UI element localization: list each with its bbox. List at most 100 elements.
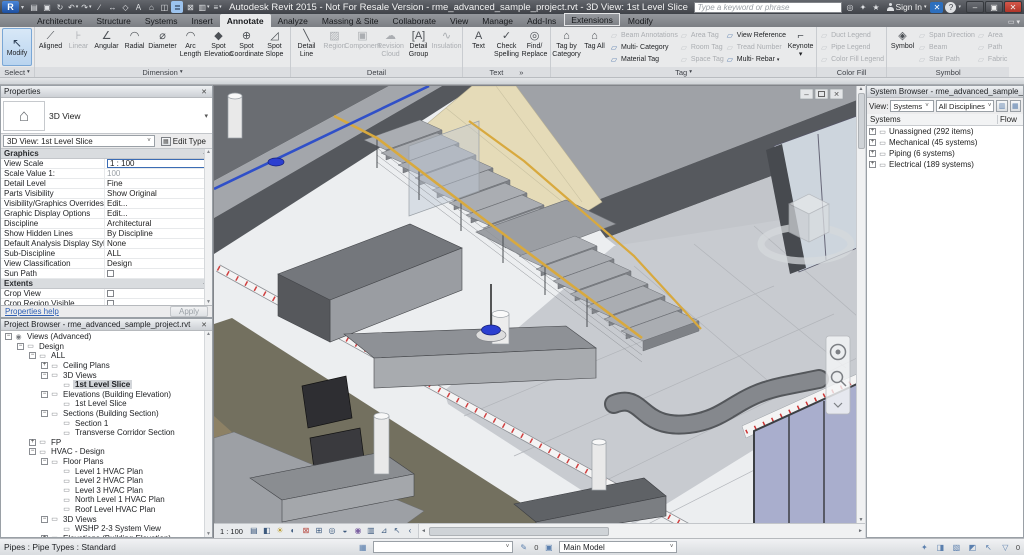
close-hidden-windows-icon[interactable]: ⊠ xyxy=(184,1,196,13)
tree-item-sections-building-section[interactable]: − ▭ Sections (Building Section) xyxy=(1,409,212,419)
tree-item-section-1[interactable]: ▭ Section 1 xyxy=(1,418,212,428)
ribbon-display-caret-icon[interactable]: ▾ xyxy=(1016,18,1020,26)
temporary-view-properties-icon[interactable]: ▥ xyxy=(365,525,377,537)
tree-item-north-level-1-hvac-plan[interactable]: ▭ North Level 1 HVAC Plan xyxy=(1,495,212,505)
multi-category-button[interactable]: ▱ Multi- Category xyxy=(609,42,678,53)
crop-view-icon[interactable]: ⊠ xyxy=(300,525,312,537)
press-drag-icon[interactable]: ▧ xyxy=(950,541,963,553)
modify-button[interactable]: ↖ Modify xyxy=(2,28,32,66)
navigation-bar[interactable] xyxy=(825,335,851,415)
collapse-icon[interactable]: − xyxy=(41,515,48,523)
panel-caption-symbol[interactable]: Symbol xyxy=(887,67,1010,77)
crop-view-checkbox[interactable] xyxy=(107,290,114,297)
tree-item-elevations-building-elevation[interactable]: − ▭ Elevations (Building Elevation) xyxy=(1,390,212,400)
crop-view-value[interactable] xyxy=(105,289,212,298)
exchange-apps-button[interactable]: ✕ xyxy=(930,1,944,13)
scroll-up-icon[interactable]: ▲ xyxy=(859,86,864,92)
find-replace-button[interactable]: ◎ Find/ Replace xyxy=(521,28,548,66)
panel-caption-colorfill[interactable]: Color Fill xyxy=(817,67,886,77)
tree-item-level-3-hvac-plan[interactable]: ▭ Level 3 HVAC Plan xyxy=(1,486,212,496)
edit-type-button[interactable]: ▦ Edit Type xyxy=(157,135,210,147)
multi-rebar-button[interactable]: ▱ Multi- Rebar ▾ xyxy=(725,54,786,65)
restore-button[interactable]: ▣ xyxy=(985,1,1003,13)
filter-icon[interactable]: ▽ xyxy=(999,541,1012,553)
undo-icon[interactable]: ↶ ▾ xyxy=(67,1,79,13)
customize-quick-access-icon[interactable]: ≡ ▾ xyxy=(212,1,224,13)
discipline-value[interactable]: Architectural xyxy=(105,219,212,228)
scroll-down-icon[interactable]: ▼ xyxy=(206,299,211,305)
visibility-graphics-overrides-value[interactable]: Edit... xyxy=(105,199,212,208)
text-icon[interactable]: A xyxy=(132,1,144,13)
check-spelling-button[interactable]: ✓ Check Spelling xyxy=(493,28,520,66)
section-icon[interactable]: ◫ xyxy=(158,1,170,13)
collapse-icon[interactable]: − xyxy=(29,352,36,360)
tree-item-wshp-2-3-system-view[interactable]: ▭ WSHP 2-3 System View xyxy=(1,524,212,534)
collapse-icon[interactable]: − xyxy=(41,371,48,379)
tab-structure[interactable]: Structure xyxy=(89,14,138,27)
tree-item-views-advanced[interactable]: − ◉ Views (Advanced) xyxy=(1,332,212,342)
tab-massing-site[interactable]: Massing & Site xyxy=(315,14,386,27)
help-caret-icon[interactable]: ▾ xyxy=(958,4,961,10)
panel-caption-dimension[interactable]: Dimension ▾ xyxy=(35,67,290,77)
properties-scrollbar[interactable]: ▲ ▼ xyxy=(204,149,212,305)
properties-close-icon[interactable]: ✕ xyxy=(199,88,209,96)
section-header-graphics[interactable]: Graphics✳ xyxy=(1,149,212,159)
editable-only-icon[interactable]: ✎ xyxy=(517,541,530,553)
tab-add-ins[interactable]: Add-Ins xyxy=(520,14,563,27)
type-selector-caret-icon[interactable]: ▾ xyxy=(200,112,212,120)
panel-caption-detail[interactable]: Detail xyxy=(291,67,462,77)
scroll-right-icon[interactable]: ► xyxy=(856,528,865,534)
view-scale-value[interactable]: 1 : 100 xyxy=(105,159,212,168)
collapse-icon[interactable]: − xyxy=(41,410,48,418)
tree-item-floor-plans[interactable]: − ▭ Floor Plans xyxy=(1,457,212,467)
tree-item-level-1-hvac-plan[interactable]: ▭ Level 1 HVAC Plan xyxy=(1,466,212,476)
panel-caption-tag[interactable]: Tag ▾ xyxy=(551,67,817,77)
redo-icon[interactable]: ↷ ▾ xyxy=(80,1,92,13)
tree-item-roof-level-hvac-plan[interactable]: ▭ Roof Level HVAC Plan xyxy=(1,505,212,515)
sign-in-button[interactable]: Sign In ▾ xyxy=(885,2,929,12)
disciplines-dropdown[interactable]: All Disciplines ˅ xyxy=(935,100,995,112)
type-selector[interactable]: ⌂ 3D View ▾ xyxy=(1,98,212,134)
viewport-vertical-scrollbar[interactable]: ▲ ▼ xyxy=(856,86,865,523)
viewport-horizontal-scrollbar[interactable]: ◄ ► xyxy=(417,524,865,538)
measure-icon[interactable]: ∕ xyxy=(93,1,105,13)
parts-visibility-value[interactable]: Show Original xyxy=(105,189,212,198)
default-3d-view-icon[interactable]: ⌂ xyxy=(145,1,157,13)
help-search-input[interactable]: Type a keyword or phrase xyxy=(693,1,842,13)
detail-line-button[interactable]: ╲ Detail Line xyxy=(293,28,320,66)
tree-item-fp[interactable]: + ▭ FP xyxy=(1,438,212,448)
tab-modify[interactable]: Modify xyxy=(621,14,660,27)
communication-center-icon[interactable]: ✦ xyxy=(857,1,870,13)
apply-button[interactable]: Apply xyxy=(169,306,208,317)
design-option-dropdown[interactable]: Main Model ˅ xyxy=(559,541,678,553)
ribbon-display-toggle-icon[interactable]: ▭ xyxy=(1008,18,1015,26)
panel-expander-icon[interactable]: » xyxy=(519,68,523,77)
crop-region-visible-value[interactable] xyxy=(105,299,212,305)
open-icon[interactable]: ▤ xyxy=(28,1,40,13)
expand-icon[interactable]: + xyxy=(869,128,876,135)
tab-annotate[interactable]: Annotate xyxy=(219,14,271,27)
expand-icon[interactable]: + xyxy=(29,438,36,446)
systems-dropdown[interactable]: Systems ˅ xyxy=(890,100,934,112)
sub-discipline-value[interactable]: ALL xyxy=(105,249,212,258)
angular-button[interactable]: ∠ Angular xyxy=(93,28,120,66)
column-round-left[interactable] xyxy=(373,412,390,475)
detail-level-value[interactable]: Fine xyxy=(105,179,212,188)
favorites-icon[interactable]: ★ xyxy=(870,1,883,13)
system-row-electrical-189-systems[interactable]: + ▭ Electrical (189 systems) xyxy=(867,159,1023,170)
system-row-unassigned-292-items[interactable]: + ▭ Unassigned (292 items) xyxy=(867,126,1023,137)
instance-selector[interactable]: 3D View: 1st Level Slice ˅ xyxy=(3,135,155,147)
system-browser-column-headers[interactable]: Systems Flow xyxy=(867,114,1023,126)
properties-header[interactable]: Properties ✕ xyxy=(1,86,212,98)
design-options-icon[interactable]: ▣ xyxy=(542,541,555,553)
crop-region-visible-checkbox[interactable] xyxy=(107,300,114,305)
tab-architecture[interactable]: Architecture xyxy=(30,14,89,27)
arc-length-button[interactable]: ◠ Arc Length xyxy=(177,28,204,66)
tag-by-category-icon[interactable]: ◇ xyxy=(119,1,131,13)
help-button[interactable]: ? xyxy=(945,1,957,13)
detail-level-icon[interactable]: ▤ xyxy=(248,525,260,537)
spot-elevation-button[interactable]: ◆ Spot Elevation xyxy=(204,28,233,66)
model-view-3d[interactable]: – ✕ xyxy=(214,86,856,523)
expand-icon[interactable]: + xyxy=(869,139,876,146)
aligned-button[interactable]: ⟋ Aligned xyxy=(37,28,64,66)
